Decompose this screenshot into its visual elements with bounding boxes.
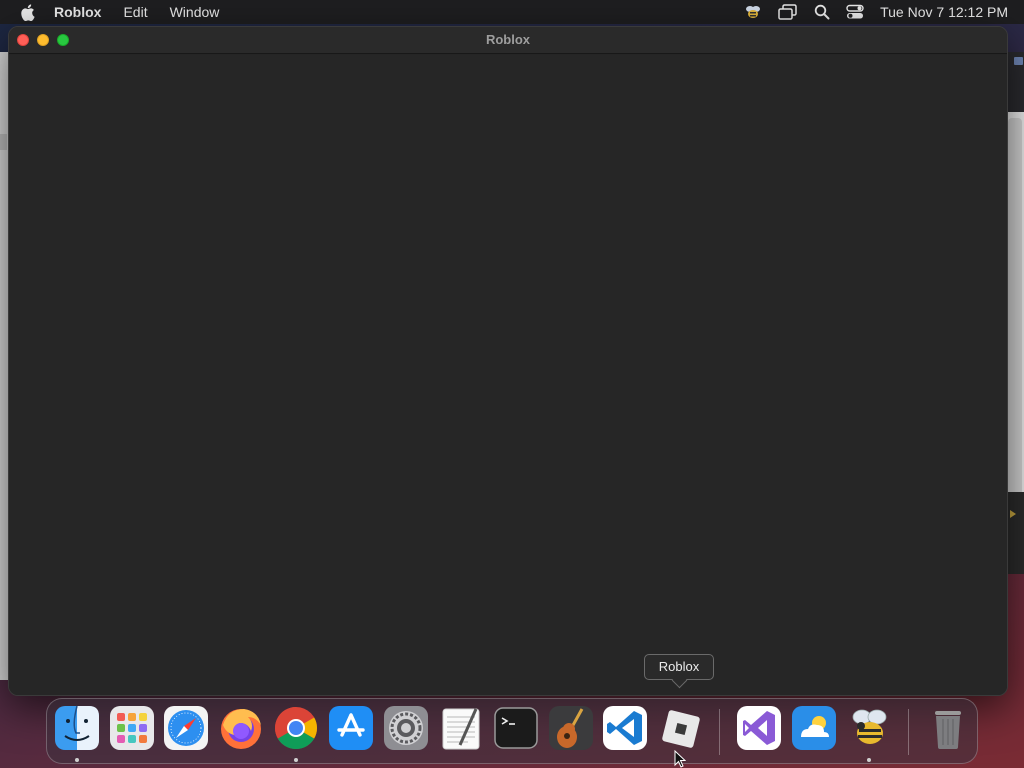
menu-app-name[interactable]: Roblox <box>54 0 101 24</box>
mouse-cursor-icon <box>674 749 687 768</box>
textedit-icon[interactable] <box>437 704 485 752</box>
menu-window[interactable]: Window <box>170 0 220 24</box>
safari-icon[interactable] <box>162 704 210 752</box>
finder-icon[interactable] <box>53 704 101 752</box>
window-content[interactable] <box>9 55 1007 695</box>
dock-tooltip: Roblox <box>644 654 714 680</box>
app-store-icon[interactable] <box>327 704 375 752</box>
dock-separator <box>908 709 909 755</box>
chrome-icon[interactable] <box>272 704 320 752</box>
visual-studio-code-icon[interactable] <box>601 704 649 752</box>
background-window-toolbar <box>1006 52 1024 112</box>
screen-mirroring-icon[interactable] <box>778 4 798 20</box>
menu-bar: Roblox Edit Window Tue Nov 7 12:12 PM <box>0 0 1024 24</box>
play-arrow-icon <box>1010 510 1016 518</box>
trash-icon[interactable] <box>924 704 972 752</box>
garageband-icon[interactable] <box>547 704 595 752</box>
running-indicator <box>867 758 871 762</box>
background-scrollbar <box>1008 118 1022 548</box>
background-window-right[interactable] <box>1006 52 1024 574</box>
menu-clock[interactable]: Tue Nov 7 12:12 PM <box>880 4 1008 20</box>
system-settings-icon[interactable] <box>382 704 430 752</box>
menu-edit[interactable]: Edit <box>123 0 147 24</box>
firefox-icon[interactable] <box>217 704 265 752</box>
bee-status-icon[interactable] <box>744 4 762 20</box>
toolbar-icon <box>1014 57 1023 65</box>
weather-icon[interactable] <box>790 704 838 752</box>
running-indicator <box>294 758 298 762</box>
dock <box>46 698 978 764</box>
launchpad-icon[interactable] <box>108 704 156 752</box>
bee-app-icon[interactable] <box>845 704 893 752</box>
terminal-icon[interactable] <box>492 704 540 752</box>
window-title: Roblox <box>485 32 531 47</box>
background-window-panel <box>1006 492 1024 574</box>
roblox-window: Roblox <box>8 26 1008 696</box>
status-area: Tue Nov 7 12:12 PM <box>728 0 1008 24</box>
dock-separator <box>719 709 720 755</box>
spotlight-search-icon[interactable] <box>814 4 830 20</box>
roblox-icon[interactable] <box>656 704 704 752</box>
control-center-icon[interactable] <box>846 4 864 20</box>
background-window-edge <box>0 134 7 150</box>
apple-menu-icon[interactable] <box>20 3 36 21</box>
window-titlebar[interactable]: Roblox <box>9 27 1007 54</box>
running-indicator <box>75 758 79 762</box>
visual-studio-icon[interactable] <box>735 704 783 752</box>
